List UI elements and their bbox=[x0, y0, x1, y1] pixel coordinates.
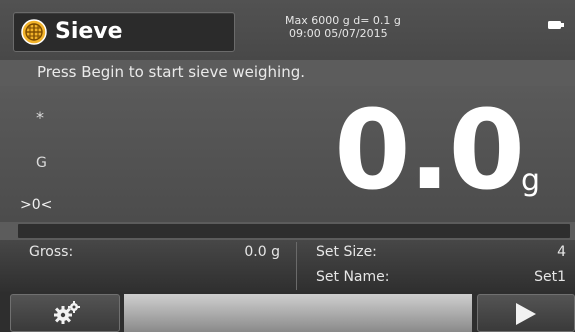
divider-bar bbox=[18, 224, 570, 238]
info-divider bbox=[296, 242, 297, 290]
max-capacity-text: Max 6000 g d= 0.1 g bbox=[285, 14, 401, 27]
header-bar: Sieve Max 6000 g d= 0.1 g 09:00 05/07/20… bbox=[0, 0, 575, 60]
sieve-application-screen: Sieve Max 6000 g d= 0.1 g 09:00 05/07/20… bbox=[0, 0, 575, 332]
weight-readout: 0.0 bbox=[334, 86, 525, 214]
sieve-globe-icon bbox=[21, 19, 47, 45]
zero-indicator: >0< bbox=[20, 197, 53, 213]
app-title-button[interactable]: Sieve bbox=[13, 12, 235, 52]
settings-button[interactable] bbox=[10, 294, 120, 332]
instruction-text: Press Begin to start sieve weighing. bbox=[37, 63, 306, 81]
begin-button[interactable] bbox=[477, 294, 575, 332]
progress-track bbox=[124, 294, 472, 332]
weight-unit: g bbox=[521, 163, 541, 198]
gross-label: Gross: bbox=[29, 244, 74, 260]
gross-value: 0.0 g bbox=[244, 244, 280, 260]
set-size-label: Set Size: bbox=[316, 244, 377, 260]
datetime-text: 09:00 05/07/2015 bbox=[289, 27, 388, 40]
set-size-value: 4 bbox=[557, 244, 566, 260]
gear-icon bbox=[54, 301, 80, 324]
battery-icon bbox=[548, 21, 564, 29]
set-name-label: Set Name: bbox=[316, 269, 390, 285]
scale-info: Max 6000 g d= 0.1 g 09:00 05/07/2015 bbox=[285, 14, 445, 40]
set-name-value: Set1 bbox=[534, 269, 566, 285]
play-icon bbox=[516, 303, 536, 325]
stability-indicator: * bbox=[36, 108, 44, 127]
app-title: Sieve bbox=[55, 19, 123, 44]
gross-indicator: G bbox=[36, 155, 47, 171]
